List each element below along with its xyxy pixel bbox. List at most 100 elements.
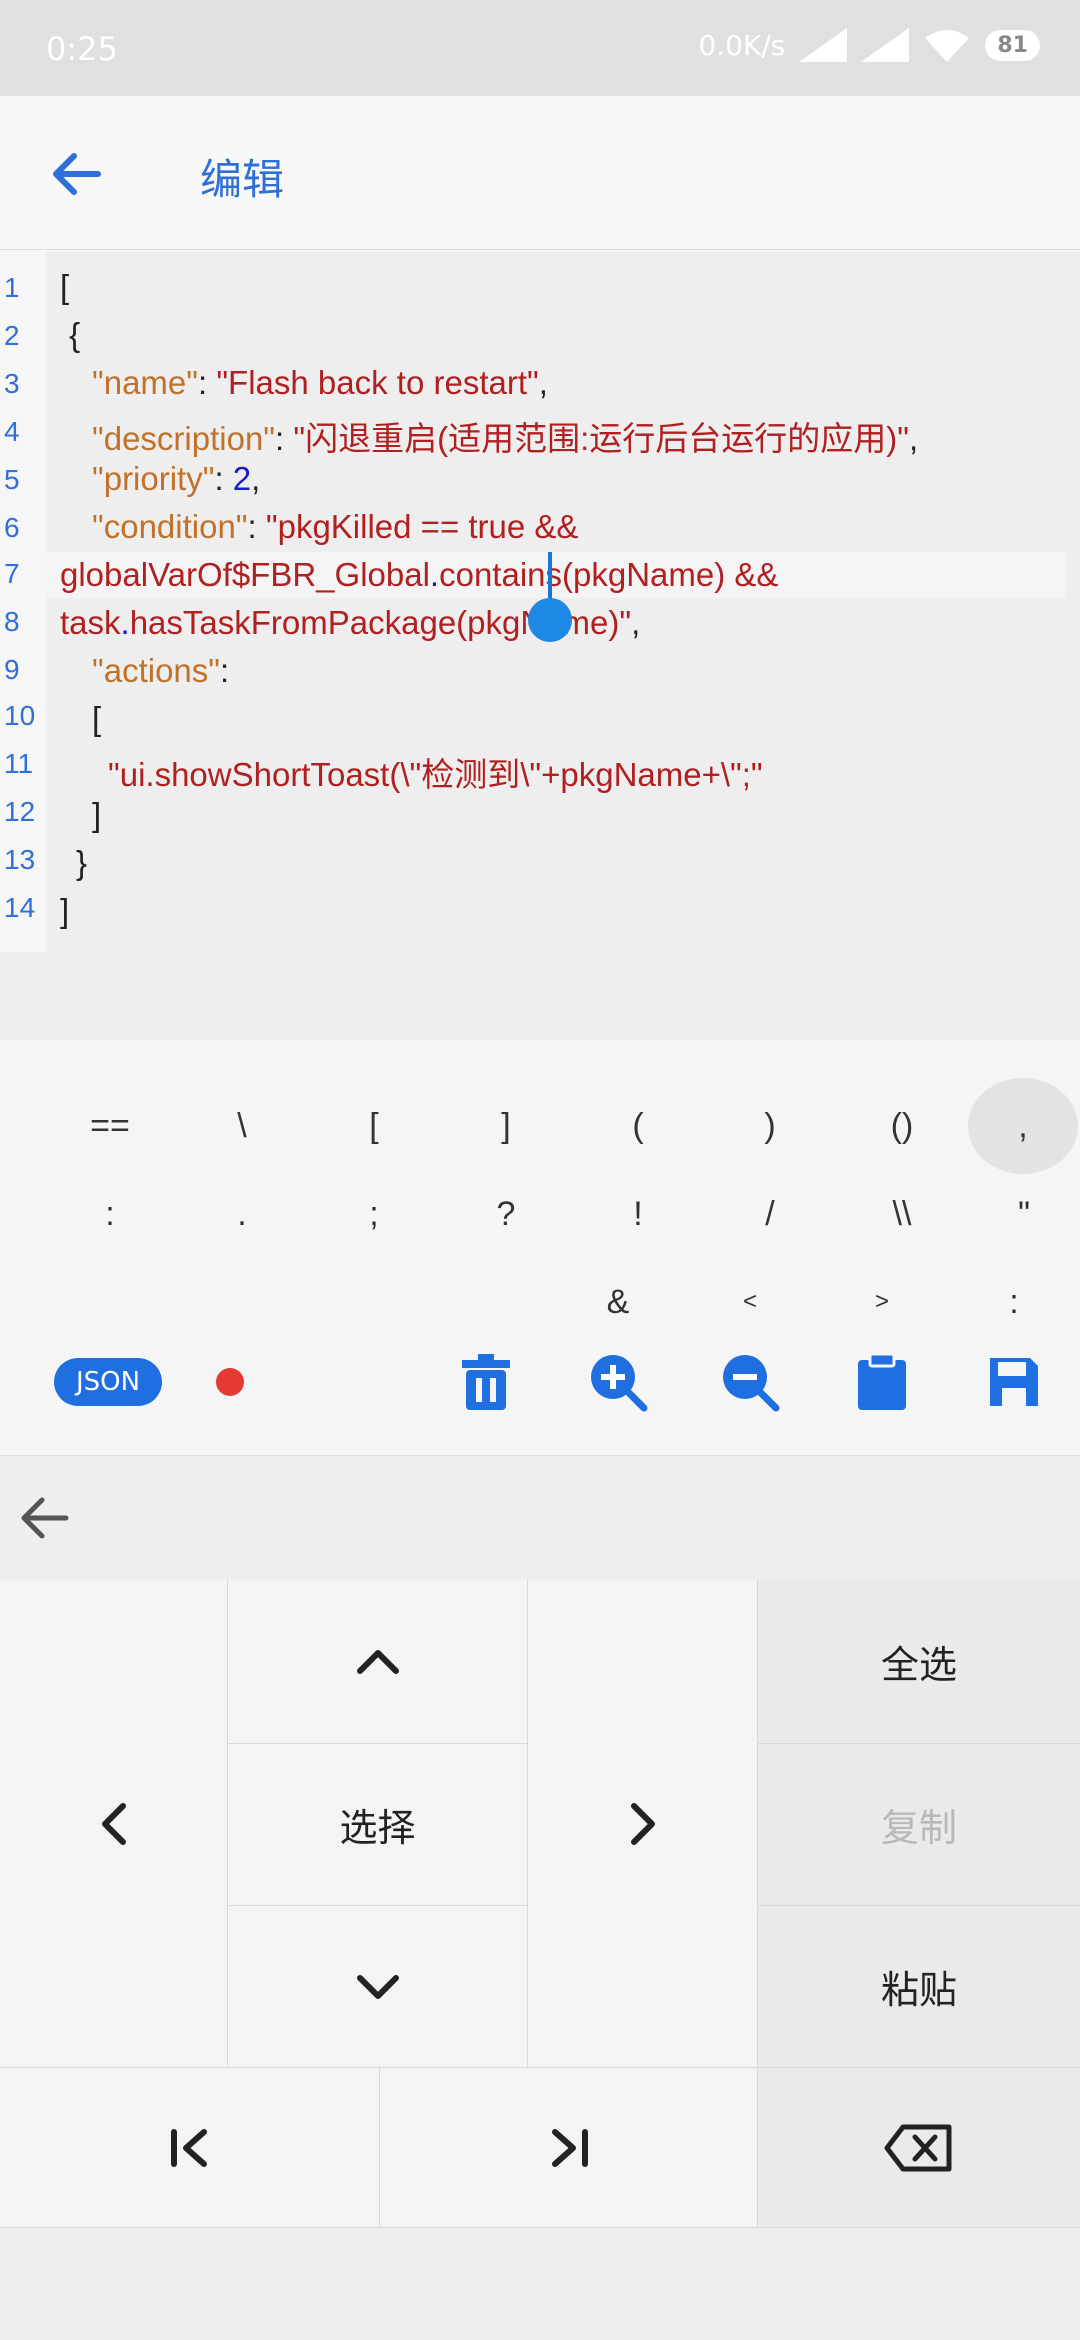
clipboard-button[interactable]: [850, 1350, 914, 1414]
record-dot-icon[interactable]: [216, 1368, 244, 1396]
symbol-key[interactable]: ;: [308, 1174, 440, 1254]
keyboard-back-button[interactable]: [20, 1496, 80, 1546]
code-token: "condition": [92, 508, 248, 545]
symbol-key[interactable]: .: [176, 1174, 308, 1254]
backspace-icon: [884, 2124, 952, 2171]
cursor-down-key[interactable]: [228, 1906, 528, 2068]
editor-toolbar: JSON: [0, 1320, 1080, 1455]
page-title: 编辑: [200, 155, 285, 204]
jump-to-end-icon: [551, 2128, 588, 2167]
line-number: 3: [4, 368, 20, 399]
cursor-handle[interactable]: [528, 598, 572, 642]
zoom-out-button[interactable]: [718, 1350, 782, 1414]
code-line-13: }: [76, 844, 87, 882]
text-cursor: [548, 552, 552, 602]
code-token: [: [60, 268, 70, 305]
symbol-bar: == \ [ ] ( ) () , : . ; ? ! / \\ " & < >…: [0, 1040, 1080, 1321]
delete-button[interactable]: [454, 1350, 518, 1414]
line-number: 7: [4, 558, 20, 589]
select-all-key[interactable]: 全选: [758, 1580, 1080, 1744]
zoom-in-icon: [591, 1355, 648, 1412]
json-format-button[interactable]: JSON: [54, 1358, 162, 1406]
status-time: 0:25: [46, 30, 118, 68]
chevron-right-icon: [630, 1802, 655, 1845]
code-token: "actions": [92, 652, 220, 689]
back-button[interactable]: [40, 138, 112, 210]
code-line-9: "actions":: [92, 652, 229, 690]
cursor-right-key[interactable]: [528, 1580, 758, 2068]
code-token: :: [275, 420, 294, 457]
symbol-key[interactable]: /: [704, 1174, 836, 1254]
symbol-key[interactable]: ": [958, 1174, 1080, 1254]
jump-to-start-icon: [170, 2128, 207, 2167]
line-start-key[interactable]: [0, 2068, 380, 2228]
code-token: ,: [251, 460, 261, 497]
line-number: 9: [4, 654, 20, 685]
line-number: 11: [4, 748, 34, 779]
code-editor[interactable]: 1 2 3 4 5 6 7 8 9 10 11 12 13 14 [ { "na…: [0, 252, 1080, 1040]
code-line-5: "priority": 2,: [92, 460, 260, 498]
code-token: "priority": [92, 460, 215, 497]
clipboard-icon: [858, 1352, 906, 1410]
code-line-11: "ui.showShortToast(\"检测到\"+pkgName+\";": [108, 748, 763, 796]
signal-icon-2: [861, 28, 910, 62]
paste-key[interactable]: 粘贴: [758, 1906, 1080, 2068]
code-token: contains(pkgName) &&: [439, 556, 779, 593]
symbol-key-pressed[interactable]: ,: [968, 1078, 1078, 1174]
code-token: "name": [92, 364, 198, 401]
line-number: 1: [4, 272, 20, 303]
code-token: task: [60, 604, 121, 641]
copy-key[interactable]: 复制: [758, 1744, 1080, 1906]
symbol-key[interactable]: ]: [440, 1086, 572, 1166]
code-line-6: "condition": "pkgKilled == true &&: [92, 508, 578, 546]
code-token: ,: [538, 364, 548, 401]
select-key[interactable]: 选择: [228, 1744, 528, 1906]
symbol-key[interactable]: (): [836, 1086, 968, 1166]
cursor-up-key[interactable]: [228, 1580, 528, 1744]
status-bar: 0:25 0.0K/s 81: [0, 0, 1080, 96]
code-token: [: [92, 700, 102, 737]
chevron-down-icon: [356, 1974, 399, 1999]
code-token: ,: [631, 604, 641, 641]
cursor-left-key[interactable]: [0, 1580, 228, 2068]
code-token: .: [120, 604, 130, 641]
code-token: "description": [92, 420, 276, 457]
code-token: 2: [232, 460, 252, 497]
code-token: ]: [60, 892, 70, 929]
symbol-key[interactable]: ): [704, 1086, 836, 1166]
app-bar: 编辑: [0, 96, 1080, 250]
code-token: globalVarOf$FBR_Global: [60, 556, 430, 593]
zoom-in-button[interactable]: [586, 1350, 650, 1414]
symbol-key[interactable]: \: [176, 1086, 308, 1166]
line-number: 4: [4, 416, 20, 447]
code-token: :: [247, 508, 266, 545]
code-line-7: globalVarOf$FBR_Global.contains(pkgName)…: [60, 556, 778, 594]
back-arrow-icon: [21, 1497, 69, 1539]
battery-indicator: 81: [985, 29, 1040, 61]
symbol-key[interactable]: !: [572, 1174, 704, 1254]
symbol-key[interactable]: \\: [836, 1174, 968, 1254]
line-number: 13: [4, 844, 36, 875]
code-token: "pkgKilled == true &&: [265, 508, 579, 545]
line-number: 10: [4, 700, 36, 731]
save-icon: [990, 1358, 1038, 1406]
line-number: 12: [4, 796, 36, 827]
symbol-key[interactable]: [: [308, 1086, 440, 1166]
code-token: "ui.showShortToast(\"检测到\"+pkgName+\";": [108, 756, 763, 793]
symbol-key[interactable]: (: [572, 1086, 704, 1166]
code-line-12: ]: [92, 796, 101, 834]
code-token: ]: [92, 796, 102, 833]
line-number: 14: [4, 892, 36, 923]
backspace-key[interactable]: [758, 2068, 1080, 2228]
code-line-4: "description": "闪退重启(适用范围:运行后台运行的应用)",: [92, 412, 918, 460]
line-end-key[interactable]: [380, 2068, 758, 2228]
network-speed: 0.0K/s: [698, 28, 786, 62]
symbol-key[interactable]: ==: [44, 1086, 176, 1166]
line-number: 5: [4, 464, 20, 495]
code-token: {: [60, 316, 81, 353]
symbol-key[interactable]: ?: [440, 1174, 572, 1254]
delete-icon: [462, 1354, 510, 1410]
code-token: :: [214, 460, 233, 497]
symbol-key[interactable]: :: [44, 1174, 176, 1254]
save-button[interactable]: [982, 1350, 1046, 1414]
